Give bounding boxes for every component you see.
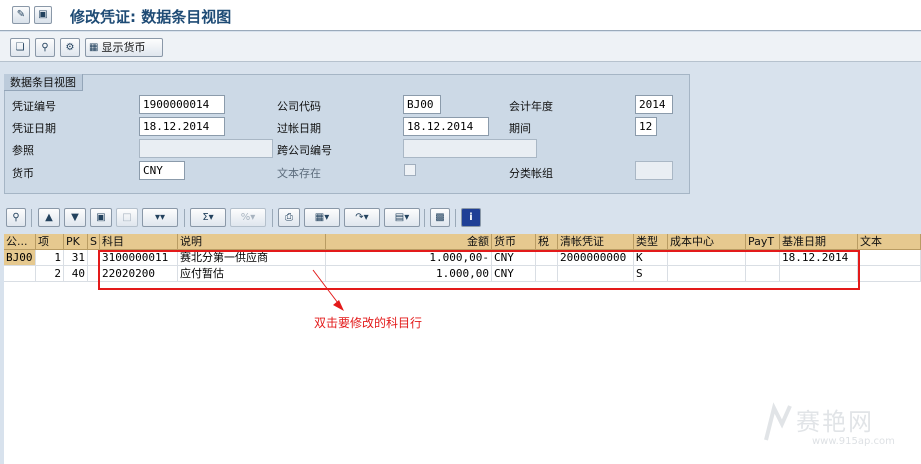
up-icon[interactable]: ▲ <box>38 208 60 227</box>
cell-company[interactable] <box>4 266 36 282</box>
document-date-label: 凭证日期 <box>12 122 56 135</box>
cell-company[interactable]: BJ00 <box>4 250 36 266</box>
annotation-highlight-box <box>98 250 860 290</box>
cell-pk[interactable]: 31 <box>64 250 88 266</box>
col-header-description[interactable]: 说明 <box>178 234 326 250</box>
toolbar-separator <box>424 209 425 227</box>
ledger-group-label: 分类帐组 <box>509 167 553 180</box>
col-header-s[interactable]: S <box>88 234 100 250</box>
posting-date-field[interactable]: 18.12.2014 <box>403 117 489 136</box>
display-change-icon[interactable]: ✎ <box>12 6 30 24</box>
export-icon[interactable]: ↷▾ <box>344 208 380 227</box>
toolbar-separator <box>184 209 185 227</box>
info-icon[interactable]: i <box>461 208 481 227</box>
col-header-company[interactable]: 公... <box>4 234 36 250</box>
header-group <box>4 74 690 194</box>
company-code-field[interactable]: BJ00 <box>403 95 441 114</box>
group-title: 数据条目视图 <box>4 74 83 91</box>
company-code-label: 公司代码 <box>277 100 321 113</box>
page-title: 修改凭证: 数据条目视图 <box>70 8 232 26</box>
funnel-icon[interactable]: ▾▾ <box>142 208 178 227</box>
watermark-logo-icon <box>764 402 792 441</box>
filter-icon[interactable]: ▼ <box>64 208 86 227</box>
period-label: 期间 <box>509 122 531 135</box>
document-number-field[interactable]: 1900000014 <box>139 95 225 114</box>
col-header-pk[interactable]: PK <box>64 234 88 250</box>
cross-company-field[interactable] <box>403 139 537 158</box>
col-header-amount[interactable]: 金额 <box>326 234 492 250</box>
currency-field[interactable]: CNY <box>139 161 185 180</box>
cell-text[interactable] <box>858 250 921 266</box>
other-document-icon[interactable]: ❏ <box>10 38 30 57</box>
cross-company-label: 跨公司编号 <box>277 144 332 157</box>
watermark: 赛艳网 www.915ap.com <box>760 400 910 456</box>
col-header-baseline-date[interactable]: 基准日期 <box>780 234 858 250</box>
text-exists-checkbox[interactable] <box>404 164 416 176</box>
reference-field[interactable] <box>139 139 273 158</box>
select-icon[interactable]: □ <box>116 208 138 227</box>
details-icon[interactable]: ⚲ <box>6 208 26 227</box>
col-header-clearing[interactable]: 清帐凭证 <box>558 234 634 250</box>
view-icon[interactable]: ▦▾ <box>304 208 340 227</box>
col-header-item[interactable]: 项 <box>36 234 64 250</box>
toolbar-separator <box>31 209 32 227</box>
cell-pk[interactable]: 40 <box>64 266 88 282</box>
toolbar-separator <box>272 209 273 227</box>
watermark-url: www.915ap.com <box>812 436 895 447</box>
toolbar-separator <box>455 209 456 227</box>
sum-icon[interactable]: Σ▾ <box>190 208 226 227</box>
document-date-field[interactable]: 18.12.2014 <box>139 117 225 136</box>
search-icon[interactable]: ⚲ <box>35 38 55 57</box>
graphic-icon[interactable]: ▩ <box>430 208 450 227</box>
col-header-account[interactable]: 科目 <box>100 234 178 250</box>
find-icon[interactable]: ▣ <box>90 208 112 227</box>
print-icon[interactable]: ⎙ <box>278 208 300 227</box>
col-header-type[interactable]: 类型 <box>634 234 668 250</box>
text-exists-label: 文本存在 <box>277 167 321 180</box>
subtotal-icon[interactable]: %▾ <box>230 208 266 227</box>
currency-label: 货币 <box>12 167 34 180</box>
display-currency-label: 显示货币 <box>101 41 146 54</box>
reference-label: 参照 <box>12 144 34 157</box>
display-currency-button[interactable]: ▦ 显示货币 <box>85 38 163 57</box>
currency-icon: ▦ <box>89 41 99 53</box>
document-number-label: 凭证编号 <box>12 100 56 113</box>
settings-icon[interactable]: ⚙ <box>60 38 80 57</box>
cell-text[interactable] <box>858 266 921 282</box>
annotation-text: 双击要修改的科目行 <box>314 316 423 330</box>
fiscal-year-field[interactable]: 2014 <box>635 95 673 114</box>
save-icon[interactable]: ▣ <box>34 6 52 24</box>
col-header-currency[interactable]: 货币 <box>492 234 536 250</box>
application-toolbar: ❏ ⚲ ⚙ ▦ 显示货币 <box>0 32 921 62</box>
layout-icon[interactable]: ▤▾ <box>384 208 420 227</box>
col-header-payt[interactable]: PayT <box>746 234 780 250</box>
posting-date-label: 过帐日期 <box>277 122 321 135</box>
cell-item[interactable]: 1 <box>36 250 64 266</box>
cell-item[interactable]: 2 <box>36 266 64 282</box>
col-header-text[interactable]: 文本 <box>858 234 921 250</box>
ledger-group-field[interactable] <box>635 161 673 180</box>
grid-toolbar: ⚲ ▲ ▼ ▣ □ ▾▾ Σ▾ %▾ ⎙ ▦▾ ↷▾ ▤▾ ▩ i <box>0 206 921 232</box>
period-field[interactable]: 12 <box>635 117 657 136</box>
watermark-name: 赛艳网 <box>796 408 874 436</box>
col-header-cost-center[interactable]: 成本中心 <box>668 234 746 250</box>
fiscal-year-label: 会计年度 <box>509 100 553 113</box>
title-bar: ✎ ▣ 修改凭证: 数据条目视图 <box>0 0 921 31</box>
col-header-tax[interactable]: 税 <box>536 234 558 250</box>
